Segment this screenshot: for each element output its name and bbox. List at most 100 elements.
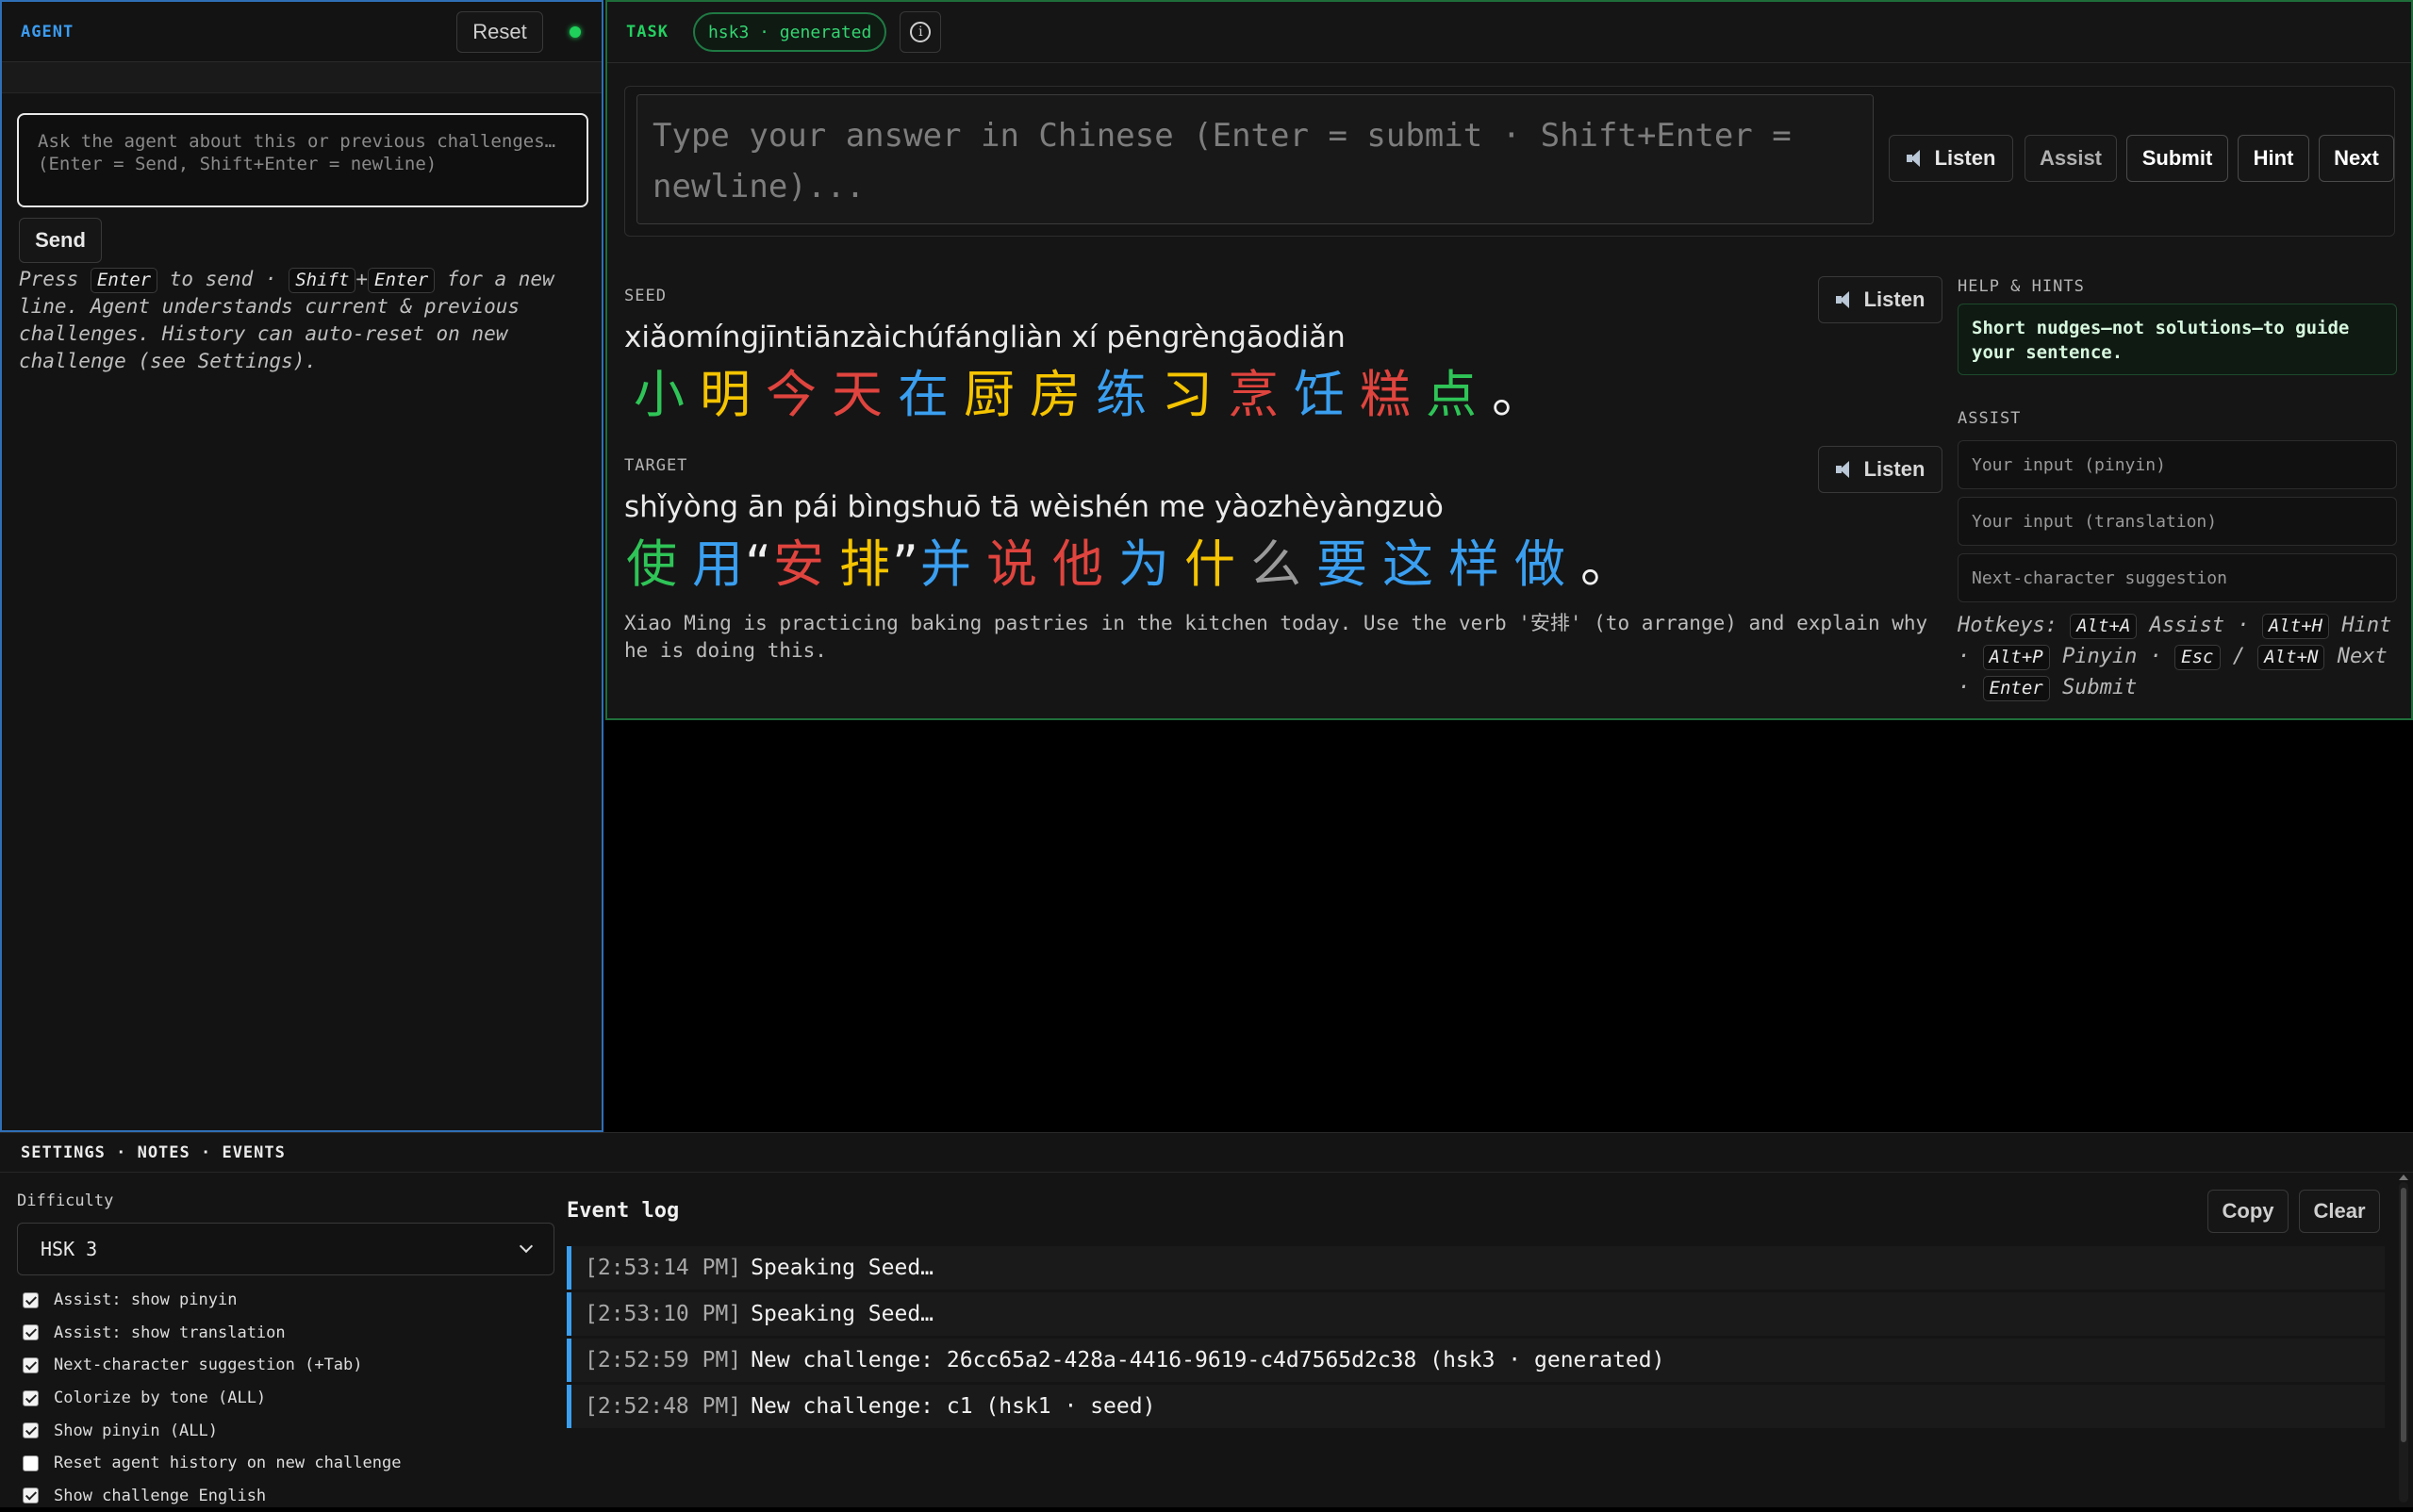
info-button[interactable]: i (900, 11, 942, 53)
hotkey-esc: Esc (2174, 645, 2221, 670)
checkbox-label: Colorize by tone (ALL) (54, 1389, 267, 1408)
copy-button[interactable]: Copy (2207, 1190, 2289, 1233)
target-char: 用 (692, 534, 745, 594)
setting-checkbox-row[interactable]: Reset agent history on new challenge (23, 1447, 551, 1480)
seed-hanzi: 小明今天在厨房练习烹饪糕点。 (634, 353, 1558, 427)
target-char: 说 (985, 534, 1039, 594)
shift-key: Shift (289, 268, 356, 293)
seed-char: 今 (766, 365, 818, 424)
reset-button[interactable]: Reset (456, 10, 543, 53)
listen-label: Listen (1863, 457, 1925, 481)
event-row: [2:52:59 PM] New challenge: 26cc65a2-428a… (567, 1339, 2385, 1382)
checkbox[interactable] (23, 1356, 39, 1373)
submit-button[interactable]: Submit (2126, 135, 2228, 182)
checkbox[interactable] (23, 1389, 39, 1406)
scrollbar-thumb[interactable] (2401, 1188, 2406, 1442)
next-character-field[interactable]: Next-character suggestion (1958, 553, 2397, 602)
target-char: 做 (1513, 534, 1567, 594)
setting-checkbox-row[interactable]: Show pinyin (ALL) (23, 1414, 551, 1447)
target-char: 这 (1381, 534, 1435, 594)
event-log-title: Event log (567, 1199, 680, 1223)
hotkey-assist: Alt+A (2070, 614, 2138, 639)
checkbox[interactable] (23, 1422, 39, 1439)
setting-checkbox-row[interactable]: Assist: show translation (23, 1317, 551, 1350)
listen-answer-button[interactable]: Listen (1889, 135, 2013, 182)
assist-translation-field[interactable]: Your input (translation) (1958, 497, 2397, 546)
target-hanzi: 使用“安 排”并说他为什么要这样做。 (626, 522, 1646, 597)
agent-title: AGENT (21, 22, 74, 41)
seed-char: 小 (634, 365, 686, 424)
checkbox[interactable] (23, 1291, 39, 1308)
target-char: 使 (626, 534, 679, 594)
event-timestamp: [2:53:14 PM] (585, 1256, 742, 1280)
enter-key-2: Enter (368, 268, 436, 293)
agent-subbar (2, 62, 602, 93)
help-text-press: Press (19, 268, 79, 290)
speaker-icon (1835, 291, 1855, 308)
target-char: 排 (838, 534, 892, 594)
listen-target-button[interactable]: Listen (1818, 446, 1942, 493)
listen-seed-button[interactable]: Listen (1818, 276, 1942, 323)
difficulty-value: HSK 3 (41, 1238, 98, 1260)
send-button[interactable]: Send (19, 218, 102, 263)
checkbox-label: Reset agent history on new challenge (54, 1454, 402, 1473)
event-row: [2:53:10 PM] Speaking Seed… (567, 1292, 2385, 1336)
seed-char: 糕 (1360, 365, 1413, 424)
agent-help-text: Press Enter to send · Shift + Enter for a … (19, 266, 585, 375)
assist-pinyin-field[interactable]: Your input (pinyin) (1958, 440, 2397, 489)
assist-button[interactable]: Assist (2025, 135, 2117, 182)
settings-checkboxes: Assist: show pinyin Assist: show translat… (23, 1284, 551, 1512)
seed-char: 练 (1096, 365, 1149, 424)
event-message: Speaking Seed… (751, 1302, 934, 1326)
answer-box: Listen Assist Submit Hint Next (624, 86, 2395, 237)
task-title: TASK (626, 23, 669, 41)
target-char: 他 (1051, 534, 1105, 594)
checkbox-label: Show challenge English (54, 1486, 267, 1505)
difficulty-select[interactable]: HSK 3 (17, 1223, 554, 1275)
hint-nudge-box: Short nudges—not solutions—to guide your… (1958, 304, 2397, 375)
info-icon: i (910, 22, 932, 42)
event-message: New challenge: c1 (hsk1 · seed) (751, 1394, 1156, 1419)
seed-char: 。 (1492, 365, 1545, 424)
target-char: 么 (1249, 534, 1303, 594)
hotkey-hint: Alt+H (2261, 614, 2330, 639)
hint-button[interactable]: Hint (2238, 135, 2309, 182)
checkbox[interactable] (23, 1454, 39, 1471)
hotkey-assist-desc: Assist · (2149, 614, 2250, 637)
target-char: “ (745, 534, 773, 594)
hotkey-sep: / (2232, 645, 2245, 668)
seed-char: 饪 (1294, 365, 1347, 424)
listen-label: Listen (1863, 288, 1925, 311)
target-char: 什 (1183, 534, 1237, 594)
seed-pinyin: xiǎomíngjīntiānzàichúfángliàn xí pēngrèn… (624, 320, 1346, 354)
setting-checkbox-row[interactable]: Colorize by tone (ALL) (23, 1382, 551, 1415)
answer-input[interactable] (636, 94, 1874, 224)
event-timestamp: [2:53:10 PM] (585, 1302, 742, 1326)
clear-button[interactable]: Clear (2299, 1190, 2380, 1233)
setting-checkbox-row[interactable]: Next-character suggestion (+Tab) (23, 1349, 551, 1382)
target-char: 为 (1117, 534, 1171, 594)
seed-char: 天 (832, 365, 884, 424)
checkbox-label: Next-character suggestion (+Tab) (54, 1356, 363, 1375)
event-timestamp: [2:52:48 PM] (585, 1394, 742, 1419)
challenge-english: Xiao Ming is practicing baking pastries … (624, 612, 1928, 662)
task-header: TASK hsk3 · generated i (607, 2, 2411, 63)
scroll-up-icon[interactable] (2399, 1175, 2408, 1180)
seed-char: 烹 (1228, 365, 1281, 424)
difficulty-label: Difficulty (17, 1192, 114, 1210)
agent-chat-input[interactable] (17, 113, 588, 207)
next-button[interactable]: Next (2319, 135, 2394, 182)
checkbox[interactable] (23, 1324, 39, 1341)
level-badge: hsk3 · generated (692, 12, 887, 52)
seed-char: 房 (1030, 365, 1083, 424)
help-hints-label: HELP & HINTS (1958, 277, 2085, 296)
target-char: 样 (1447, 534, 1501, 594)
setting-checkbox-row[interactable]: Assist: show pinyin (23, 1284, 551, 1317)
listen-label: Listen (1934, 146, 1996, 170)
checkbox[interactable] (23, 1487, 39, 1504)
speaker-icon (1906, 150, 1925, 167)
speaker-icon (1835, 461, 1855, 478)
settings-header: SETTINGS · NOTES · EVENTS (0, 1133, 2413, 1173)
chevron-down-icon (519, 1239, 534, 1254)
target-char: 并 (919, 534, 973, 594)
